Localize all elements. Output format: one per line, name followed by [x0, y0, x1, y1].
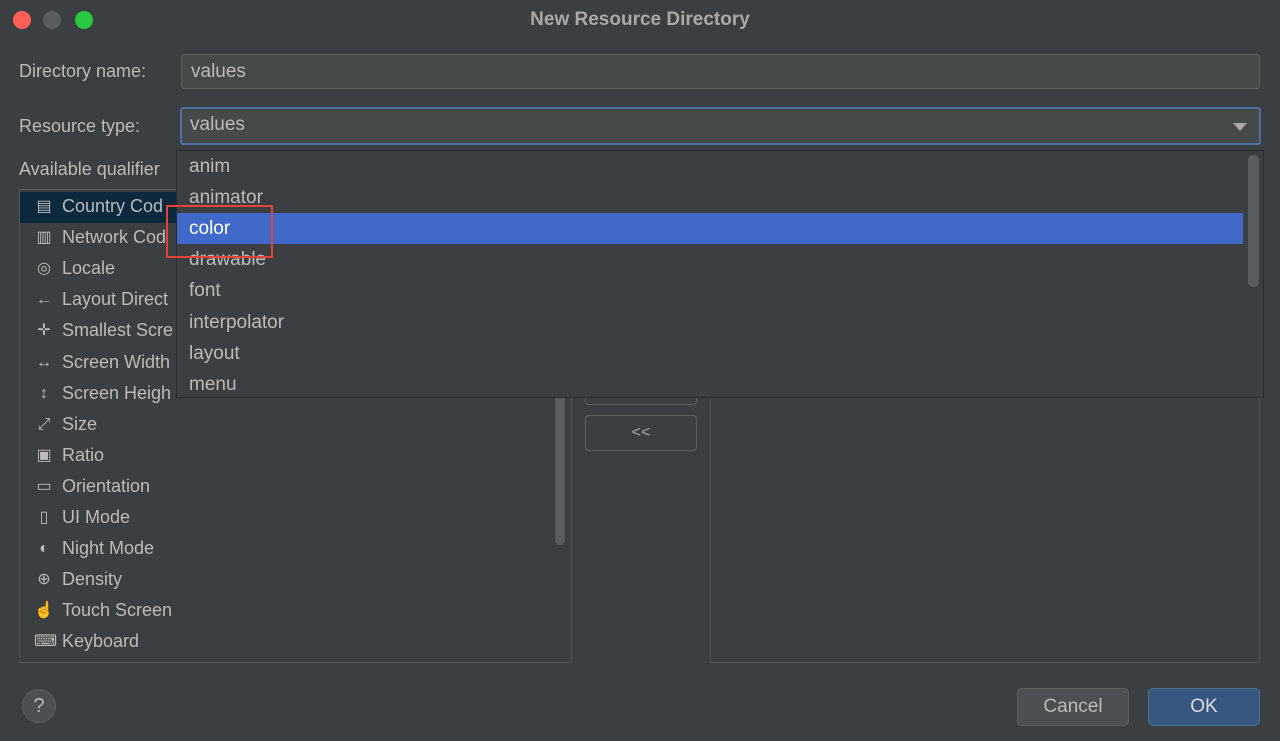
dropdown-scrollbar[interactable]	[1248, 155, 1259, 287]
annotation-highlight-box	[166, 205, 273, 258]
dropdown-option-label: font	[189, 280, 221, 302]
qualifier-item[interactable]: ⤢ Size	[20, 410, 550, 441]
qualifier-label: Screen Heigh	[62, 382, 172, 403]
qualifier-label: Touch Screen	[62, 600, 173, 621]
keyboard-icon: ⌨	[34, 633, 58, 651]
qualifier-label: Smallest Scre	[62, 320, 174, 341]
qualifier-label: Ratio	[62, 444, 105, 465]
qualifier-label: Size	[62, 413, 98, 434]
density-icon: ⊕	[37, 571, 51, 589]
dropdown-option-anim[interactable]: anim	[177, 151, 1243, 182]
qualifier-label: Keyboard	[62, 631, 140, 652]
remove-qualifier-button[interactable]: <<	[585, 415, 697, 451]
dropdown-option-label: layout	[189, 342, 240, 364]
dropdown-option-animator[interactable]: animator	[177, 182, 1243, 213]
resource-type-value: values	[190, 114, 245, 135]
qualifier-label: Screen Width	[62, 351, 171, 372]
qualifier-item[interactable]: ⊕ Density	[20, 565, 550, 596]
dropdown-option-interpolator[interactable]: interpolator	[177, 307, 1243, 338]
qualifier-label: Night Mode	[62, 538, 155, 559]
chosen-qualifiers-list[interactable]	[710, 360, 1260, 663]
qualifier-label: Layout Direct	[62, 289, 169, 310]
screen-height-icon: ↕	[40, 384, 48, 402]
dropdown-option-font[interactable]: font	[177, 275, 1243, 306]
qualifier-item[interactable]: ☝ Touch Screen	[20, 596, 550, 627]
directory-name-value: values	[191, 61, 246, 82]
size-icon: ⤢	[37, 415, 51, 433]
dropdown-option-label: menu	[189, 373, 237, 395]
dropdown-option-label: interpolator	[189, 311, 285, 333]
qualifier-label: Network Cod	[62, 227, 167, 248]
network-code-icon: ▥	[36, 229, 52, 247]
title-bar: New Resource Directory	[0, 0, 1280, 40]
dropdown-option-layout[interactable]: layout	[177, 338, 1243, 369]
directory-name-label: Directory name:	[19, 61, 147, 81]
qualifier-item[interactable]: ▭ Orientation	[20, 472, 550, 503]
resource-type-dropdown[interactable]: anim animator color drawable font interpolato…	[176, 150, 1264, 398]
dropdown-option-drawable[interactable]: drawable	[177, 244, 1243, 275]
qualifier-item[interactable]: ▣ Ratio	[20, 441, 550, 472]
qualifier-label: Orientation	[62, 475, 151, 496]
country-code-icon: ▤	[36, 198, 52, 215]
qualifier-item[interactable]: ◐ Night Mode	[20, 534, 550, 565]
screen-width-icon: ↔	[36, 353, 52, 371]
dropdown-option-menu[interactable]: menu	[177, 369, 1243, 400]
orientation-icon: ▭	[36, 477, 52, 495]
layout-direction-icon: ←	[36, 291, 52, 309]
available-qualifiers-label: Available qualifier	[19, 159, 160, 179]
ui-mode-icon: ▯	[39, 509, 49, 526]
smallest-screen-icon: ✛	[37, 322, 51, 340]
dropdown-option-label: anim	[189, 156, 231, 177]
directory-name-field[interactable]: values	[181, 54, 1260, 89]
qualifier-label: Locale	[62, 258, 116, 279]
qualifier-item[interactable]: ▯ UI Mode	[20, 503, 550, 534]
qualifier-label: UI Mode	[62, 507, 131, 527]
help-button[interactable]: ?	[22, 689, 56, 723]
qualifier-label: Density	[62, 569, 123, 590]
qualifier-item[interactable]: ⌨ Keyboard	[20, 627, 550, 658]
touch-screen-icon: ☝	[34, 602, 54, 620]
globe-icon: ◎	[37, 260, 51, 278]
resource-type-combobox[interactable]: values	[180, 107, 1261, 145]
dropdown-option-color[interactable]: color	[177, 213, 1243, 245]
ratio-icon: ▣	[36, 446, 52, 464]
resource-type-label: Resource type:	[19, 116, 141, 136]
night-mode-icon: ◐	[39, 540, 49, 558]
ok-button[interactable]: OK	[1148, 688, 1260, 726]
cancel-button[interactable]: Cancel	[1017, 688, 1129, 726]
chevron-down-icon[interactable]	[1233, 123, 1247, 131]
qualifier-label: Country Cod	[62, 196, 164, 216]
window-title: New Resource Directory	[530, 9, 750, 30]
